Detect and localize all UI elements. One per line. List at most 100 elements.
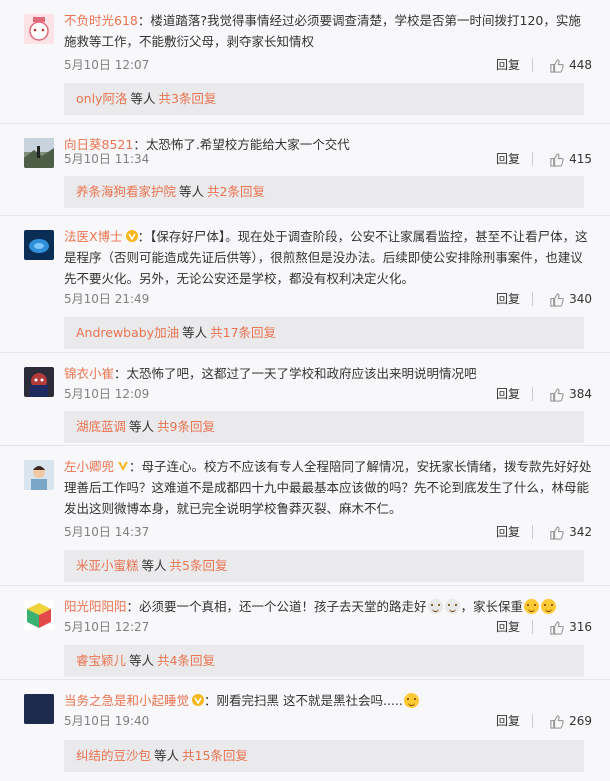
divider xyxy=(532,152,533,166)
etc-text: 等人 xyxy=(129,419,155,434)
username-link[interactable]: 锦衣小崔 xyxy=(64,366,114,381)
comment-meta: 5月10日 12:07 回复 448 xyxy=(64,55,592,75)
comment-item: 阳光阳阳阳：必须要一个真相，还一个公道！孩子去天堂的路走好 ，家长保重 5月10日… xyxy=(0,586,610,680)
verified-v-icon xyxy=(118,462,129,471)
comment-date: 5月10日 19:40 xyxy=(64,714,150,728)
more-replies-link[interactable]: 共17条回复 xyxy=(210,325,276,340)
comment-text: ：刚看完扫黑 这不就是黑社会吗..... xyxy=(204,693,403,708)
etc-text: 等人 xyxy=(141,558,167,573)
thumbs-up-icon xyxy=(550,714,564,729)
avatar[interactable] xyxy=(24,600,54,630)
dark-avatar-icon xyxy=(24,694,54,724)
like-button[interactable]: 340 xyxy=(549,289,592,309)
like-count: 316 xyxy=(569,620,592,634)
comment-meta: 5月10日 12:27 回复 316 xyxy=(64,617,592,637)
reply-button[interactable]: 回复 xyxy=(496,55,520,75)
comment-text-tail: ，家长保重 xyxy=(460,599,524,614)
more-replies-link[interactable]: 共15条回复 xyxy=(182,748,248,763)
more-replies-link[interactable]: 共2条回复 xyxy=(207,184,265,199)
etc-text: 等人 xyxy=(129,653,155,668)
username-link[interactable]: 左小卿兜 xyxy=(64,459,114,474)
like-button[interactable]: 342 xyxy=(549,522,592,542)
sub-replies-box: 米亚小蜜糕 等人 共5条回复 xyxy=(64,550,584,582)
more-replies-link[interactable]: 共5条回复 xyxy=(170,558,228,573)
like-count: 448 xyxy=(569,58,592,72)
avatar[interactable] xyxy=(24,460,54,490)
more-replies-link[interactable]: 共4条回复 xyxy=(157,653,215,668)
reply-user-link[interactable]: 湖底蓝调 xyxy=(76,419,126,434)
comment-item: 法医X博士 ：【保存好尸体】。现在处于调查阶段，公安不让家属看监控，甚至不让看尸体… xyxy=(0,216,610,353)
person-avatar-icon xyxy=(31,466,47,490)
thumbs-up-icon xyxy=(550,58,564,73)
reply-button[interactable]: 回复 xyxy=(496,289,520,309)
comment-meta: 5月10日 21:49 回复 340 xyxy=(64,289,592,309)
more-replies-link[interactable]: 共9条回复 xyxy=(157,419,215,434)
reply-button[interactable]: 回复 xyxy=(496,149,520,169)
like-button[interactable]: 316 xyxy=(549,617,592,637)
hug-emoji-icon xyxy=(524,599,540,614)
sub-replies-box: Andrewbaby加油 等人 共17条回复 xyxy=(64,317,584,349)
verified-v-icon xyxy=(192,694,205,706)
reply-user-link[interactable]: Andrewbaby加油 xyxy=(76,325,179,340)
username-link[interactable]: 法医X博士 xyxy=(64,229,123,244)
sub-replies-box: 养条海狗看家护院 等人 共2条回复 xyxy=(64,176,584,208)
comment-content: 左小卿兜 ：母子连心。校方不应该有专人全程陪同了解情况，安抚家长情绪，拨专款先好好… xyxy=(64,456,592,519)
thumbs-up-icon xyxy=(550,152,564,167)
divider xyxy=(532,292,533,306)
divider xyxy=(532,714,533,728)
like-button[interactable]: 448 xyxy=(549,55,592,75)
colorful-cube-avatar-icon xyxy=(27,603,51,628)
like-count: 415 xyxy=(569,152,592,166)
sad-face-icon xyxy=(444,599,460,614)
comment-item: 不负时光618：楼道踏落?我觉得事情经过必须要调查清楚，学校是否第一时间拨打12… xyxy=(0,0,610,124)
username-link[interactable]: 阳光阳阳阳 xyxy=(64,599,127,614)
comment-date: 5月10日 12:09 xyxy=(64,387,150,401)
reply-user-link[interactable]: 睿宝颖儿 xyxy=(76,653,126,668)
comment-text: ：【保存好尸体】。现在处于调查阶段，公安不让家属看监控，甚至不让看尸体，这是程序… xyxy=(64,229,588,286)
comment-date: 5月10日 12:27 xyxy=(64,620,150,634)
more-replies-link[interactable]: 共3条回复 xyxy=(158,91,216,106)
reply-button[interactable]: 回复 xyxy=(496,384,520,404)
sub-replies-box: 湖底蓝调 等人 共9条回复 xyxy=(64,411,584,443)
thumbs-up-icon xyxy=(550,525,564,540)
thumbs-up-icon xyxy=(550,387,564,402)
landscape-avatar-icon xyxy=(24,138,54,168)
comment-content: 阳光阳阳阳：必须要一个真相，还一个公道！孩子去天堂的路走好 ，家长保重 xyxy=(64,596,592,617)
comment-text: ：母子连心。校方不应该有专人全程陪同了解情况，安抚家长情绪，拨专款先好好处理善后… xyxy=(64,459,592,516)
reply-user-link[interactable]: 养条海狗看家护院 xyxy=(76,184,176,199)
reply-user-link[interactable]: 米亚小蜜糕 xyxy=(76,558,139,573)
reply-user-link[interactable]: only阿洛 xyxy=(76,91,127,106)
thumbs-up-icon xyxy=(550,292,564,307)
avatar[interactable] xyxy=(24,138,54,168)
character-avatar-icon xyxy=(30,373,48,397)
comment-meta: 5月10日 12:09 回复 384 xyxy=(64,384,592,404)
reply-button[interactable]: 回复 xyxy=(496,522,520,542)
reply-user-link[interactable]: 纠结的豆沙包 xyxy=(76,748,151,763)
avatar[interactable] xyxy=(24,694,54,724)
comment-text: ：楼道踏落?我觉得事情经过必须要调查清楚，学校是否第一时间拨打120，实施施救等… xyxy=(64,13,581,49)
reply-button[interactable]: 回复 xyxy=(496,711,520,731)
avatar[interactable] xyxy=(24,367,54,397)
reply-button[interactable]: 回复 xyxy=(496,617,520,637)
like-button[interactable]: 384 xyxy=(549,384,592,404)
username-link[interactable]: 不负时光618 xyxy=(64,13,138,28)
username-link[interactable]: 当务之急是和小起睡觉 xyxy=(64,693,189,708)
like-count: 269 xyxy=(569,714,592,728)
like-button[interactable]: 269 xyxy=(549,711,592,731)
comment-list: 不负时光618：楼道踏落?我觉得事情经过必须要调查清楚，学校是否第一时间拨打12… xyxy=(0,0,610,781)
sub-replies-box: 睿宝颖儿 等人 共4条回复 xyxy=(64,645,584,677)
comment-content: 不负时光618：楼道踏落?我觉得事情经过必须要调查清楚，学校是否第一时间拨打12… xyxy=(64,10,592,52)
like-button[interactable]: 415 xyxy=(549,149,592,169)
like-count: 342 xyxy=(569,525,592,539)
comment-meta: 5月10日 14:37 回复 342 xyxy=(64,522,592,542)
comment-item: 当务之急是和小起睡觉 ：刚看完扫黑 这不就是黑社会吗..... 5月10日 19:… xyxy=(0,680,610,781)
etc-text: 等人 xyxy=(182,325,208,340)
avatar[interactable] xyxy=(24,14,54,44)
comment-item: 锦衣小崔：太恐怖了吧，这都过了一天了学校和政府应该出来明说明情况吧 5月10日 … xyxy=(0,353,610,446)
heart-eyes-emoji-icon xyxy=(403,693,419,708)
hug-emoji-icon xyxy=(541,599,557,614)
divider xyxy=(532,620,533,634)
comment-content: 锦衣小崔：太恐怖了吧，这都过了一天了学校和政府应该出来明说明情况吧 xyxy=(64,363,592,384)
avatar[interactable] xyxy=(24,230,54,260)
blue-abstract-avatar-icon xyxy=(29,239,49,253)
